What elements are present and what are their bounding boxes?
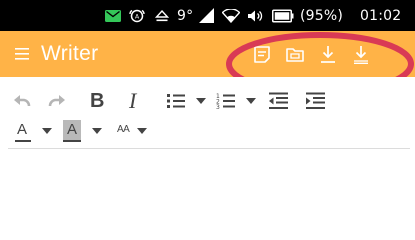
- message-icon: [105, 0, 121, 31]
- menu-button[interactable]: [14, 44, 34, 64]
- menu-icon: [15, 48, 29, 60]
- status-bar: A 9° (95%) 01:02: [0, 0, 415, 31]
- notes-icon: [254, 46, 270, 63]
- download-alt-icon: [354, 46, 368, 64]
- font-color-icon: A: [17, 121, 28, 138]
- alarm-icon: A: [129, 0, 145, 31]
- undo-icon: [14, 95, 31, 107]
- font-size-button[interactable]: AA: [117, 120, 151, 144]
- bullet-list-icon: [167, 94, 185, 108]
- chevron-down-icon: [137, 128, 147, 134]
- clock-text: 01:02: [360, 7, 402, 24]
- temperature-text: 9°: [177, 7, 194, 24]
- formatting-toolbar: B I 1 2 3 A A AA: [0, 77, 415, 150]
- chevron-down-icon: [246, 98, 256, 104]
- indent-icon: [306, 92, 325, 109]
- battery-icon: [272, 0, 294, 31]
- indent-button[interactable]: [305, 89, 327, 113]
- highlight-button[interactable]: A: [63, 120, 105, 144]
- italic-icon: I: [129, 88, 137, 113]
- outdent-button[interactable]: [268, 89, 290, 113]
- italic-button[interactable]: I: [129, 89, 149, 113]
- numbered-list-icon: 1 2 3: [216, 93, 235, 111]
- font-color-swatch: [15, 140, 31, 142]
- document-body[interactable]: [0, 150, 415, 218]
- signal-icon: [199, 0, 214, 31]
- svg-text:3: 3: [216, 104, 220, 111]
- redo-icon: [48, 95, 65, 107]
- font-size-icon: AA: [117, 124, 130, 135]
- font-color-button[interactable]: A: [15, 120, 55, 144]
- redo-button[interactable]: [45, 89, 69, 113]
- battery-percent-text: (95%): [300, 7, 344, 24]
- notes-button[interactable]: [250, 42, 274, 66]
- wifi-icon: [222, 0, 240, 31]
- toolbar-divider: [8, 148, 410, 149]
- chevron-down-icon: [42, 128, 52, 134]
- numbered-list-button[interactable]: 1 2 3: [216, 89, 260, 113]
- chevron-down-icon: [196, 98, 206, 104]
- save-as-button[interactable]: [349, 42, 373, 66]
- open-folder-button[interactable]: [283, 42, 307, 66]
- app-title: Writer: [41, 42, 99, 65]
- chevron-down-icon: [92, 128, 102, 134]
- bullet-list-button[interactable]: [166, 89, 210, 113]
- bold-icon: B: [90, 90, 105, 112]
- save-button[interactable]: [316, 42, 340, 66]
- folder-icon: [286, 48, 304, 62]
- highlight-underline: [63, 140, 81, 142]
- svg-text:A: A: [135, 13, 140, 20]
- volume-icon: [247, 0, 263, 31]
- app-bar: Writer: [0, 31, 415, 77]
- eject-icon: [155, 0, 169, 31]
- outdent-icon: [269, 92, 288, 109]
- bold-button[interactable]: B: [90, 89, 110, 113]
- download-icon: [321, 46, 335, 63]
- highlight-icon: A: [67, 121, 78, 138]
- undo-button[interactable]: [10, 89, 34, 113]
